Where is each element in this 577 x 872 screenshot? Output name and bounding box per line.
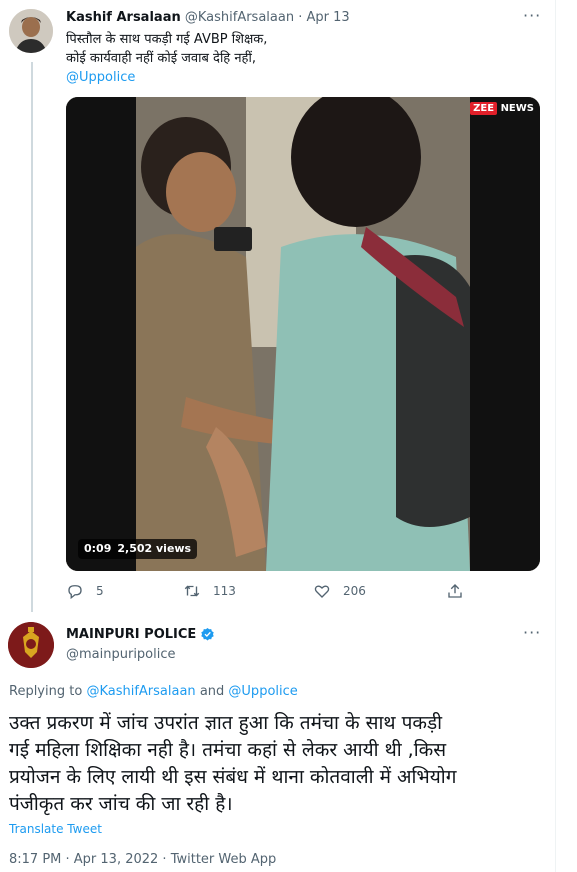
watermark-news: NEWS bbox=[500, 103, 534, 114]
author-handle[interactable]: @mainpuripolice bbox=[66, 647, 176, 662]
retweet-button[interactable]: 113 bbox=[183, 582, 236, 600]
retweet-icon bbox=[184, 585, 200, 597]
thread-connector-line bbox=[31, 62, 33, 612]
more-options-icon[interactable]: ··· bbox=[523, 6, 541, 25]
replying-to: Replying to @KashifArsalaan and @Uppolic… bbox=[9, 684, 298, 699]
author-name-row: MAINPURI POLICE bbox=[66, 627, 215, 642]
translate-tweet-link[interactable]: Translate Tweet bbox=[9, 822, 102, 836]
retweet-count: 113 bbox=[213, 584, 236, 598]
reply-count: 5 bbox=[96, 584, 104, 598]
verified-badge-icon bbox=[201, 627, 214, 641]
more-options-icon[interactable]: ··· bbox=[523, 623, 541, 642]
tweet-text: उक्त प्रकरण में जांच उपरांत ज्ञात हुआ कि… bbox=[9, 710, 549, 818]
tweet-text-line: पंजीकृत कर जांच की जा रही है। bbox=[9, 793, 233, 815]
share-button[interactable] bbox=[446, 582, 464, 600]
author-name[interactable]: MAINPURI POLICE bbox=[66, 627, 196, 642]
heart-icon bbox=[314, 585, 330, 598]
replying-prefix: Replying to bbox=[9, 684, 83, 699]
reply-icon bbox=[68, 585, 82, 600]
tweet-text-line: गई महिला शिक्षिका नही है। तमंचा कहां से … bbox=[9, 739, 447, 761]
avatar[interactable] bbox=[8, 622, 54, 668]
video-frame bbox=[66, 97, 540, 571]
avatar-photo bbox=[9, 9, 53, 53]
separator-dot: · bbox=[298, 10, 303, 25]
like-count: 206 bbox=[343, 584, 366, 598]
mention-link[interactable]: @KashifArsalaan bbox=[86, 684, 195, 699]
police-emblem-icon bbox=[8, 622, 54, 668]
video-duration: 0:09 bbox=[84, 542, 112, 555]
mention-link[interactable]: @Uppolice bbox=[228, 684, 297, 699]
zee-news-watermark: ZEE NEWS bbox=[470, 102, 534, 115]
column-divider bbox=[555, 0, 556, 872]
mention-link[interactable]: @Uppolice bbox=[66, 68, 546, 87]
tweet-actions: 5 113 206 bbox=[66, 582, 476, 602]
video-views: 2,502 views bbox=[117, 542, 192, 555]
watermark-zee: ZEE bbox=[470, 102, 498, 115]
author-handle[interactable]: @KashifArsalaan bbox=[185, 10, 294, 25]
reply-button[interactable]: 5 bbox=[66, 582, 104, 600]
replying-and: and bbox=[199, 684, 225, 699]
video-player[interactable]: ZEE NEWS 0:09 2,502 views bbox=[66, 97, 540, 571]
like-button[interactable]: 206 bbox=[313, 582, 366, 600]
tweet-text-line: प्रयोजन के लिए लायी थी इस संबंध में थाना… bbox=[9, 766, 457, 788]
tweet-text-line: कोई कार्यवाही नहीं कोई जवाब देहि नहीं, bbox=[66, 51, 256, 66]
tweet-timestamp[interactable]: 8:17 PM · Apr 13, 2022 · Twitter Web App bbox=[9, 852, 276, 867]
tweet-date[interactable]: Apr 13 bbox=[307, 10, 350, 25]
tweet-text-line: पिस्तौल के साथ पकड़ी गई AVBP शिक्षक, bbox=[66, 32, 268, 47]
tweet-header: Kashif Arsalaan @KashifArsalaan · Apr 13 bbox=[66, 10, 350, 25]
tweet-text: पिस्तौल के साथ पकड़ी गई AVBP शिक्षक, कोई… bbox=[66, 30, 546, 87]
share-icon bbox=[448, 584, 462, 598]
tweet-text-line: उक्त प्रकरण में जांच उपरांत ज्ञात हुआ कि… bbox=[9, 712, 443, 734]
author-name[interactable]: Kashif Arsalaan bbox=[66, 10, 181, 25]
video-info-badge: 0:09 2,502 views bbox=[78, 539, 198, 559]
avatar[interactable] bbox=[9, 9, 53, 53]
